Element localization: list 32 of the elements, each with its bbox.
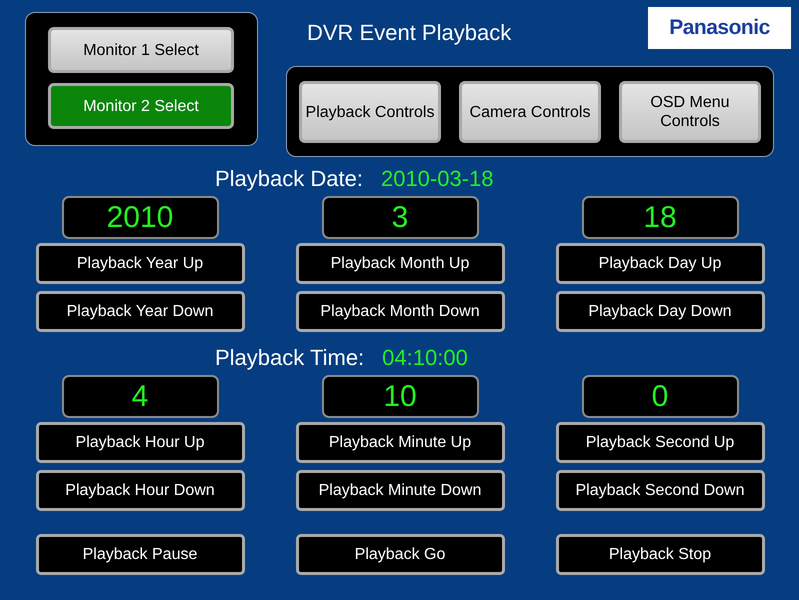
monitor-select-button[interactable]: Monitor 1 Select bbox=[48, 27, 234, 73]
up-button[interactable]: Playback Month Up bbox=[296, 243, 504, 284]
value-display: 2010 bbox=[62, 196, 218, 239]
down-button[interactable]: Playback Hour Down bbox=[36, 470, 244, 511]
down-button[interactable]: Playback Minute Down bbox=[296, 470, 504, 511]
transport-button[interactable]: Playback Pause bbox=[36, 534, 244, 575]
value-display: 10 bbox=[322, 375, 478, 418]
menu-button[interactable]: Playback Controls bbox=[299, 81, 441, 143]
section-value: 04:10:00 bbox=[382, 344, 468, 372]
down-button[interactable]: Playback Year Down bbox=[36, 291, 244, 332]
value-display: 3 bbox=[322, 196, 478, 239]
menu-button[interactable]: OSD Menu Controls bbox=[619, 81, 761, 143]
up-button[interactable]: Playback Day Up bbox=[556, 243, 764, 284]
value-display: 18 bbox=[582, 196, 738, 239]
down-button[interactable]: Playback Second Down bbox=[556, 470, 764, 511]
monitor-select-button[interactable]: Monitor 2 Select bbox=[48, 83, 234, 129]
section-label: Playback Time: bbox=[215, 344, 364, 372]
up-button[interactable]: Playback Minute Up bbox=[296, 422, 504, 463]
transport-button[interactable]: Playback Go bbox=[296, 534, 504, 575]
brand-logo: Panasonic bbox=[648, 7, 791, 49]
up-button[interactable]: Playback Second Up bbox=[556, 422, 764, 463]
menu-button[interactable]: Camera Controls bbox=[459, 81, 601, 143]
transport-button[interactable]: Playback Stop bbox=[556, 534, 764, 575]
value-display: 4 bbox=[62, 375, 218, 418]
section-value: 2010-03-18 bbox=[380, 164, 494, 192]
page-title: DVR Event Playback bbox=[306, 19, 512, 47]
up-button[interactable]: Playback Hour Up bbox=[36, 422, 244, 463]
down-button[interactable]: Playback Month Down bbox=[296, 291, 504, 332]
down-button[interactable]: Playback Day Down bbox=[556, 291, 764, 332]
up-button[interactable]: Playback Year Up bbox=[36, 243, 244, 284]
section-label: Playback Date: bbox=[215, 164, 363, 193]
value-display: 0 bbox=[582, 375, 738, 418]
